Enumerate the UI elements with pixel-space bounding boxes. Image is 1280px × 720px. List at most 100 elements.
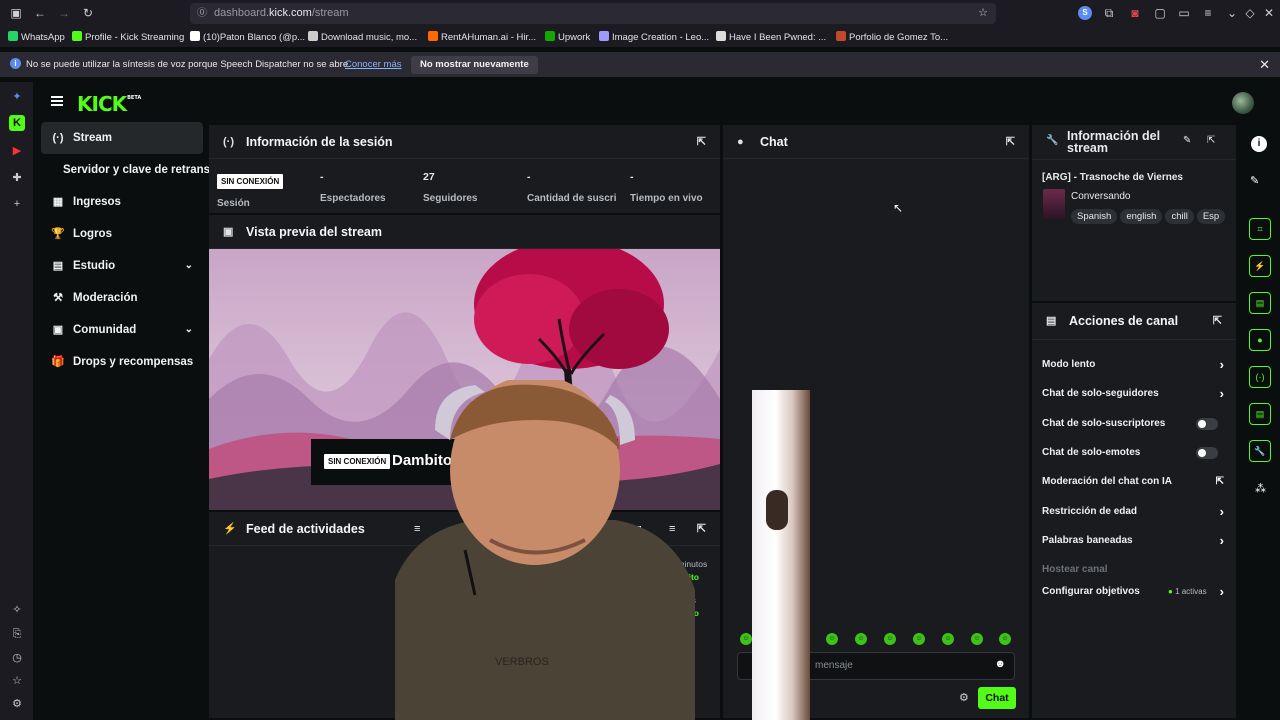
nav-item-ingresos[interactable]: ▦ Ingresos xyxy=(41,186,203,218)
emote-icon[interactable]: ☺ xyxy=(999,633,1011,645)
bookmark-0[interactable]: WhatsApp xyxy=(8,31,65,43)
nav-item-moderación[interactable]: ⚒ Moderación xyxy=(41,282,203,314)
site-info-icon[interactable]: ⓪ xyxy=(197,3,207,24)
history-icon[interactable]: ◷ xyxy=(9,650,25,666)
customize-icon[interactable]: ✧ xyxy=(9,602,25,618)
broadcast-icon: (·) xyxy=(52,132,64,144)
emote-icon[interactable]: ☺ xyxy=(942,633,954,645)
nav-item-stream[interactable]: (·) Stream xyxy=(41,122,203,154)
channel-action-6[interactable]: Palabras baneadas › xyxy=(1042,533,1224,548)
ai-chat-icon[interactable]: ✦ xyxy=(9,89,25,105)
emote-icon[interactable]: ☺ xyxy=(971,633,983,645)
channel-action-5[interactable]: Restricción de edad › xyxy=(1042,504,1224,519)
lightning-icon[interactable]: ⚡ xyxy=(1249,255,1271,277)
popout-icon[interactable]: ⇱ xyxy=(1213,303,1222,340)
kick-logo[interactable]: KICKBETA xyxy=(77,92,141,116)
emoji-icon[interactable]: ☻ xyxy=(994,658,1006,670)
actions-icon[interactable]: ▤ xyxy=(1249,403,1271,425)
popout-icon[interactable]: ⇱ xyxy=(697,512,706,546)
emote-icon[interactable]: ☺ xyxy=(884,633,896,645)
bookmark-favicon-icon xyxy=(545,31,555,41)
document-icon[interactable]: ▤ xyxy=(1249,292,1271,314)
restore-icon[interactable]: ◇ xyxy=(1243,6,1257,20)
bookmark-4[interactable]: RentAHuman.ai - Hir... xyxy=(428,31,536,43)
channel-action-label: Moderación del chat con IA xyxy=(1042,476,1173,487)
nav-item-label: Drops y recompensas xyxy=(73,356,194,368)
wrench-icon[interactable]: 🔧 xyxy=(1249,440,1271,462)
session-label: Sesión xyxy=(217,198,250,209)
chat-bubble-icon[interactable]: ● xyxy=(1249,329,1271,351)
broadcast-icon[interactable]: (·) xyxy=(1249,366,1271,388)
emote-icon[interactable]: ☺ xyxy=(913,633,925,645)
stream-tag[interactable]: Esp xyxy=(1196,209,1226,224)
info-icon[interactable]: i xyxy=(1251,136,1267,152)
synced-tabs-icon[interactable]: ⎘ xyxy=(9,626,25,642)
chevron-down-icon[interactable]: ⌄ xyxy=(185,314,193,346)
emote-icon[interactable]: ☺ xyxy=(740,633,752,645)
bookmark-1[interactable]: Profile - Kick Streaming xyxy=(72,31,184,43)
popout-icon[interactable]: ⇱ xyxy=(1006,125,1015,159)
reload-icon[interactable]: ↻ xyxy=(81,6,95,20)
forward-icon[interactable]: → xyxy=(57,6,71,20)
popout-icon[interactable]: ⇱ xyxy=(697,125,706,159)
apps-icon[interactable]: ⁂ xyxy=(1255,482,1266,495)
avatar[interactable] xyxy=(1232,92,1254,114)
container-icon[interactable]: ▢ xyxy=(1153,6,1167,20)
settings-icon[interactable]: ⚙ xyxy=(9,696,25,712)
stream-tag[interactable]: Spanish xyxy=(1071,209,1118,224)
nav-item-comunidad[interactable]: ▣ Comunidad ⌄ xyxy=(41,314,203,346)
send-chat-button[interactable]: Chat xyxy=(978,687,1016,709)
channel-action-4[interactable]: Moderación del chat con IA ⇱ xyxy=(1042,476,1224,487)
channel-action-3[interactable]: Chat de solo-emotes xyxy=(1042,447,1224,459)
chevron-down-icon[interactable]: ⌄ xyxy=(185,250,193,282)
back-icon[interactable]: ← xyxy=(33,6,47,20)
kick-panel-icon[interactable]: K xyxy=(9,115,25,131)
bookmark-star-icon[interactable]: ☆ xyxy=(978,3,988,24)
emote-icon[interactable]: ☺ xyxy=(826,633,838,645)
channel-action-0[interactable]: Modo lento › xyxy=(1042,357,1224,372)
bookmark-2[interactable]: (10)Paton Blanco (@p... xyxy=(190,31,305,43)
channel-action-8[interactable]: Configurar objetivos › ● 1 activas xyxy=(1042,584,1224,599)
channel-action-1[interactable]: Chat de solo-seguidores › xyxy=(1042,386,1224,401)
edit-icon[interactable]: ✎ xyxy=(1183,135,1191,146)
bookmark-7[interactable]: Have I Been Pwned: ... xyxy=(716,31,826,43)
nav-item-drops-y-recompensas[interactable]: 🎁 Drops y recompensas xyxy=(41,346,203,378)
dont-show-again-button[interactable]: No mostrar nuevamente xyxy=(411,56,538,74)
bookmark-3[interactable]: Download music, mo... xyxy=(308,31,417,43)
account-icon[interactable]: S xyxy=(1078,6,1092,20)
toggle-switch[interactable] xyxy=(1196,418,1218,430)
menu-icon[interactable]: ≡ xyxy=(1201,6,1215,20)
extensions-icon[interactable]: ⧉ xyxy=(1102,6,1116,20)
stream-tag[interactable]: english xyxy=(1120,209,1163,224)
edit-icon[interactable]: ✎ xyxy=(1250,174,1259,187)
minimize-icon[interactable]: ⌄ xyxy=(1225,6,1239,20)
nav-item-logros[interactable]: 🏆 Logros xyxy=(41,218,203,250)
addon-icon[interactable]: ◙ xyxy=(1128,6,1142,20)
channel-action-2[interactable]: Chat de solo-suscriptores xyxy=(1042,418,1224,430)
bookmark-8[interactable]: Porfolio de Gomez To... xyxy=(836,31,948,43)
toggle-switch[interactable] xyxy=(1196,447,1218,459)
chat-settings-icon[interactable]: ⚙ xyxy=(959,691,969,704)
add-panel-icon[interactable]: + xyxy=(9,196,25,212)
game-icon[interactable]: ✚ xyxy=(9,170,25,186)
bookmark-5[interactable]: Upwork xyxy=(545,31,590,43)
url-bar[interactable]: ⓪ dashboard.kick.com/stream ☆ xyxy=(190,3,996,24)
learn-more-link[interactable]: Conocer más xyxy=(345,59,402,70)
chat-title: Chat xyxy=(760,135,788,149)
scan-icon[interactable]: ⌗ xyxy=(1249,218,1271,240)
nav-item-stream-key[interactable]: Servidor y clave de retransmisión xyxy=(41,154,216,186)
bookmark-6[interactable]: Image Creation - Leo... xyxy=(599,31,709,43)
reader-icon[interactable]: ▭ xyxy=(1177,6,1191,20)
bookmarks-icon[interactable]: ☆ xyxy=(9,673,25,689)
dashboard-topbar: KICKBETA xyxy=(33,82,1280,124)
youtube-icon[interactable]: ▶ xyxy=(9,143,25,159)
close-notification-icon[interactable]: ✕ xyxy=(1259,57,1270,73)
emote-icon[interactable]: ☺ xyxy=(855,633,867,645)
nav-item-estudio[interactable]: ▤ Estudio ⌄ xyxy=(41,250,203,282)
stream-tag[interactable]: chill xyxy=(1165,209,1194,224)
stream-category[interactable]: Conversando xyxy=(1071,191,1130,202)
hamburger-menu-icon[interactable] xyxy=(51,96,63,106)
close-window-icon[interactable]: ✕ xyxy=(1262,6,1276,20)
popout-icon[interactable]: ⇱ xyxy=(1207,135,1215,146)
sidebar-toggle-icon[interactable]: ▣ xyxy=(9,6,23,20)
